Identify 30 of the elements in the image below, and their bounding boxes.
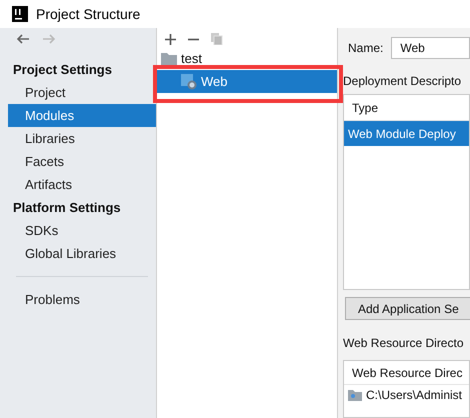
- deployment-label: Deployment Descripto: [343, 73, 462, 90]
- folder-icon: [161, 52, 177, 64]
- section-heading: Project Settings: [13, 60, 112, 79]
- column-header: Web Resource Direc: [351, 364, 464, 382]
- sidebar-item[interactable]: Project: [8, 81, 156, 104]
- sidebar-item[interactable]: Facets: [8, 150, 156, 173]
- tree-item-label: test: [181, 50, 202, 68]
- tree-item[interactable]: Web: [157, 70, 337, 93]
- back-icon[interactable]: [16, 34, 30, 44]
- window-title: Project Structure: [36, 4, 140, 24]
- tree-item[interactable]: test: [157, 47, 337, 70]
- add-icon[interactable]: [165, 34, 176, 44]
- add-application-server-button[interactable]: Add Application Se: [345, 297, 470, 320]
- section-heading: Platform Settings: [13, 198, 121, 217]
- app-logo-icon: [12, 6, 28, 22]
- sidebar-item[interactable]: Modules: [8, 104, 156, 127]
- sidebar-item[interactable]: Problems: [8, 288, 156, 311]
- column-header: Type: [351, 100, 380, 116]
- sidebar-item[interactable]: SDKs: [8, 219, 156, 242]
- table-row[interactable]: C:\Users\Administ: [344, 385, 469, 405]
- resource-label: Web Resource Directo: [343, 335, 464, 352]
- sidebar-item[interactable]: Artifacts: [8, 173, 156, 196]
- sidebar-item[interactable]: Libraries: [8, 127, 156, 150]
- tree-item-label: Web: [201, 72, 228, 91]
- name-label: Name:: [348, 40, 384, 57]
- name-field[interactable]: Web: [391, 37, 470, 59]
- table-row[interactable]: Web Module Deploy: [344, 121, 469, 146]
- module-icon: [181, 74, 197, 90]
- sidebar-item[interactable]: Global Libraries: [8, 242, 156, 265]
- folder-icon: [348, 390, 362, 400]
